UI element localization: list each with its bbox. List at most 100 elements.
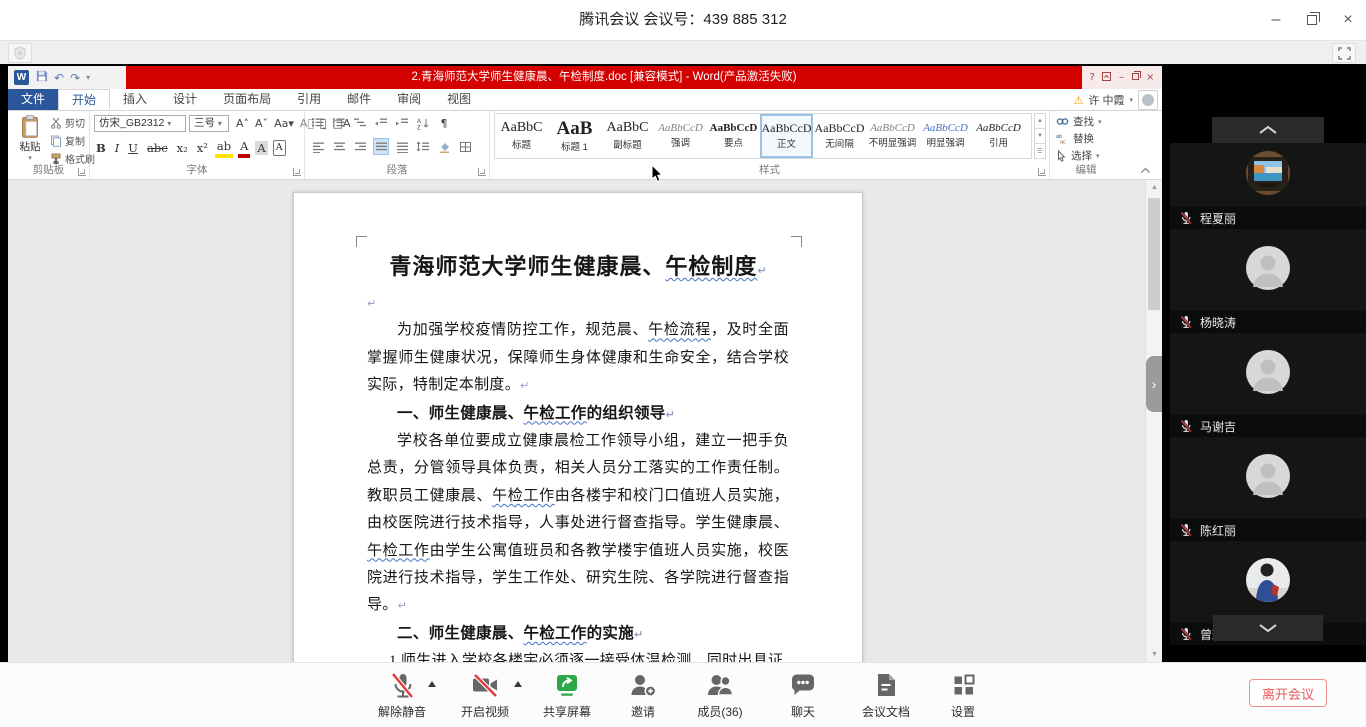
settings-button[interactable]: 设置	[926, 670, 1000, 722]
font-name-combo[interactable]: 仿宋_GB2312 ▾	[94, 115, 186, 132]
font-size-combo[interactable]: 三号 ▾	[189, 115, 229, 132]
grow-font-icon[interactable]: A˄	[236, 118, 249, 129]
account-area[interactable]: ⚠ 许 中霞 ▾	[1074, 89, 1158, 111]
panel-collapse-handle[interactable]: ›	[1146, 356, 1162, 412]
style-item-副标题[interactable]: AaBbC副标题	[601, 114, 654, 158]
dialog-launcher-icon[interactable]	[78, 168, 86, 176]
help-icon[interactable]: ?	[1090, 72, 1095, 83]
start-video-button[interactable]: 开启视频	[442, 670, 528, 722]
gallery-more-icon: ☰	[1034, 144, 1046, 159]
redo-icon[interactable]: ↷	[70, 72, 80, 84]
chat-button[interactable]: 聊天	[760, 670, 846, 722]
bold-icon[interactable]: B	[94, 140, 108, 156]
style-item-不明显强调[interactable]: AaBbCcD不明显强调	[866, 114, 919, 158]
clipboard-item[interactable]: 剪切	[50, 115, 95, 130]
ribbon-tab-7[interactable]: 审阅	[384, 89, 434, 110]
ribbon-tab-file[interactable]: 文件	[8, 89, 58, 110]
style-item-标题 1[interactable]: AaB标题 1	[548, 114, 601, 158]
participant-avatar	[1246, 350, 1290, 399]
ribbon-tab-8[interactable]: 视图	[434, 89, 484, 110]
participants-scroll-up[interactable]	[1212, 117, 1324, 143]
close-icon[interactable]: ×	[1330, 0, 1366, 40]
style-label: 副标题	[613, 137, 642, 151]
pilcrow-mark: ↵	[634, 628, 643, 641]
borders-icon	[459, 141, 472, 153]
dialog-launcher-icon[interactable]	[1038, 168, 1046, 176]
leave-meeting-button[interactable]: 离开会议	[1249, 679, 1327, 707]
participant-tile[interactable]: 程夏丽	[1170, 143, 1366, 229]
change-case-icon[interactable]: Aa▾	[274, 118, 294, 129]
meeting-docs-button[interactable]: 会议文档	[846, 670, 926, 722]
start-video-label: 开启视频	[461, 703, 509, 720]
styles-gallery-scroll[interactable]: ▲ ▼ ☰	[1034, 113, 1046, 159]
undo-icon[interactable]: ↶	[54, 72, 64, 84]
qat-more-icon[interactable]: ▾	[86, 74, 90, 82]
unmute-button[interactable]: 解除静音	[362, 670, 442, 722]
font-color-icon[interactable]: A	[238, 138, 250, 158]
document-page[interactable]: 青海师范大学师生健康晨、午检制度↵↵为加强学校疫情防控工作，规范晨、午检流程，及…	[293, 192, 863, 662]
shield-icon[interactable]	[8, 43, 32, 63]
ribbon-group-styles: AaBbC标题AaB标题 1AaBbC副标题AaBbCcD强调AaBbCcD要点…	[490, 111, 1050, 179]
italic-icon[interactable]: I	[113, 140, 122, 156]
members-button[interactable]: 成员(36)	[680, 670, 760, 722]
dialog-launcher-icon[interactable]	[478, 168, 486, 176]
document-text: 的实施	[587, 625, 634, 642]
enclose-icon[interactable]: A	[273, 140, 286, 156]
svg-text:ac: ac	[1060, 140, 1066, 145]
participant-name-bar: 程夏丽	[1170, 207, 1366, 229]
style-item-无间隔[interactable]: AaBbCcD无间隔	[813, 114, 866, 158]
invite-button[interactable]: 邀请	[606, 670, 680, 722]
close-icon[interactable]: ×	[1146, 72, 1154, 83]
style-item-标题[interactable]: AaBbC标题	[495, 114, 548, 158]
highlight-icon[interactable]: ab	[215, 138, 233, 158]
caret-up-icon[interactable]	[514, 681, 522, 687]
restore-icon[interactable]	[1294, 0, 1330, 40]
ribbon-tab-6[interactable]: 邮件	[334, 89, 384, 110]
paste-button[interactable]: 粘贴 ▾	[12, 114, 48, 162]
ribbon-tab-4[interactable]: 页面布局	[210, 89, 284, 110]
style-item-明显强调[interactable]: AaBbCcD明显强调	[919, 114, 972, 158]
align-right-icon	[354, 141, 367, 153]
ribbon-tab-3[interactable]: 设计	[160, 89, 210, 110]
style-item-强调[interactable]: AaBbCcD强调	[654, 114, 707, 158]
ribbon-tab-5[interactable]: 引用	[284, 89, 334, 110]
settings-label: 设置	[951, 703, 975, 720]
dialog-launcher-icon[interactable]	[293, 168, 301, 176]
superscript-icon[interactable]: x²	[195, 140, 210, 156]
subscript-icon[interactable]: x₂	[175, 140, 190, 156]
editing-item[interactable]: 选择▾	[1056, 148, 1102, 163]
participant-tile[interactable]: 杨晓涛	[1170, 229, 1366, 333]
editing-item[interactable]: 查找▾	[1056, 114, 1102, 129]
clipboard-item[interactable]: 复制	[50, 133, 95, 148]
user-avatar-icon[interactable]	[1138, 90, 1158, 110]
shrink-font-icon[interactable]: Aˇ	[255, 118, 268, 129]
participants-scroll-down[interactable]	[1213, 615, 1323, 641]
restore-icon[interactable]	[1132, 72, 1139, 83]
camera-off-icon	[470, 670, 500, 700]
minimize-icon[interactable]: –	[1258, 0, 1294, 40]
participant-video	[1170, 541, 1366, 623]
strikethrough-icon[interactable]: abc	[145, 140, 170, 156]
word-logo-icon[interactable]: W	[14, 70, 29, 85]
editing-item[interactable]: abac替换	[1056, 131, 1102, 146]
style-item-要点[interactable]: AaBbCcD要点	[707, 114, 760, 158]
participant-tile[interactable]: 马谢吉	[1170, 333, 1366, 437]
fullscreen-icon[interactable]	[1332, 43, 1356, 63]
save-icon[interactable]	[35, 69, 48, 87]
share-screen-button[interactable]: 共享屏幕	[528, 670, 606, 722]
style-item-正文[interactable]: AaBbCcD正文	[760, 114, 813, 158]
underline-icon[interactable]: U	[126, 140, 140, 156]
style-item-引用[interactable]: AaBbCcD引用	[972, 114, 1025, 158]
ribbon-tab-1[interactable]: 开始	[58, 89, 110, 110]
caret-up-icon[interactable]	[428, 681, 436, 687]
minimize-icon[interactable]: –	[1119, 72, 1124, 83]
style-preview: AaBbCcD	[710, 123, 758, 135]
ribbon-tab-2[interactable]: 插入	[110, 89, 160, 110]
meeting-toolbar: 解除静音开启视频 共享屏幕邀请成员(36)聊天会议文档设置 离开会议	[0, 662, 1366, 727]
char-shading-icon[interactable]: A	[255, 141, 267, 155]
collapse-ribbon-icon[interactable]	[1140, 166, 1151, 176]
document-scrollbar[interactable]: ▲ ▼	[1145, 180, 1162, 662]
ribbon-options-icon[interactable]	[1102, 72, 1111, 84]
participant-tile[interactable]: 陈红丽	[1170, 437, 1366, 541]
pilcrow-mark: ↵	[666, 408, 675, 421]
